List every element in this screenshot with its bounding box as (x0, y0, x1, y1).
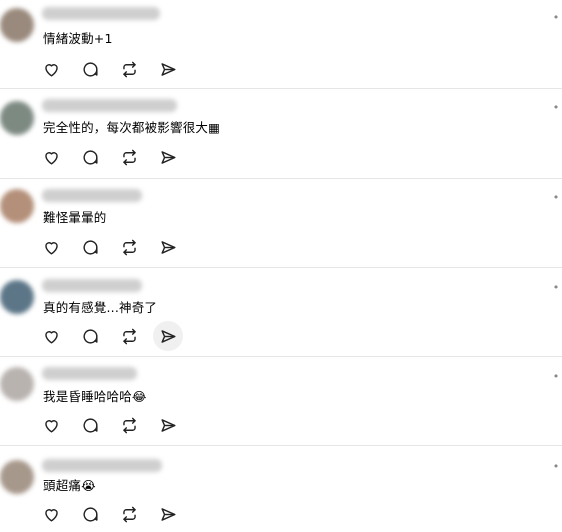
share-icon[interactable] (153, 410, 183, 440)
share-icon[interactable] (153, 232, 183, 262)
heart-icon[interactable] (36, 499, 66, 529)
reply-item: • 頭超痛😭 (0, 446, 562, 532)
username-redacted[interactable] (42, 7, 160, 20)
ellipsis-icon[interactable]: • (552, 12, 560, 23)
heart-icon[interactable] (36, 232, 66, 262)
repost-icon[interactable] (114, 321, 144, 351)
ellipsis-icon[interactable]: • (552, 102, 560, 113)
heart-icon[interactable] (36, 321, 66, 351)
comment-icon[interactable] (75, 499, 105, 529)
action-bar (36, 232, 192, 260)
reply-item: • 我是昏睡哈哈哈😂 (0, 357, 562, 446)
reply-text: 真的有感覺...神奇了 (43, 300, 158, 315)
reply-text: 難怪暈暈的 (43, 210, 107, 225)
ellipsis-icon[interactable]: • (552, 282, 560, 293)
repost-icon[interactable] (114, 142, 144, 172)
reply-item: • 情緒波動+1 (0, 0, 562, 89)
heart-icon[interactable] (36, 142, 66, 172)
share-icon[interactable] (153, 142, 183, 172)
action-bar (36, 499, 192, 527)
username-redacted[interactable] (42, 279, 142, 292)
username-redacted[interactable] (42, 189, 142, 202)
comment-icon[interactable] (75, 54, 105, 84)
comment-icon[interactable] (75, 232, 105, 262)
comment-icon[interactable] (75, 410, 105, 440)
repost-icon[interactable] (114, 499, 144, 529)
share-icon[interactable] (153, 321, 183, 351)
avatar[interactable] (0, 8, 34, 42)
username-redacted[interactable] (42, 459, 162, 472)
avatar[interactable] (0, 280, 34, 314)
repost-icon[interactable] (114, 54, 144, 84)
action-bar (36, 410, 192, 438)
comment-icon[interactable] (75, 142, 105, 172)
username-redacted[interactable] (42, 367, 137, 380)
heart-icon[interactable] (36, 410, 66, 440)
avatar[interactable] (0, 460, 34, 494)
share-icon[interactable] (153, 499, 183, 529)
ellipsis-icon[interactable]: • (552, 371, 560, 382)
reply-text: 我是昏睡哈哈哈😂 (43, 389, 147, 404)
avatar[interactable] (0, 367, 34, 401)
action-bar (36, 54, 192, 82)
reply-text: 頭超痛😭 (43, 478, 96, 493)
repost-icon[interactable] (114, 410, 144, 440)
ellipsis-icon[interactable]: • (552, 461, 560, 472)
replies-feed: • 情緒波動+1 • 完全性的，每次都被影響很大▦ • 難怪暈暈的 • 真的有感… (0, 0, 562, 532)
comment-icon[interactable] (75, 321, 105, 351)
reply-item: • 真的有感覺...神奇了 (0, 268, 562, 357)
share-icon[interactable] (153, 54, 183, 84)
action-bar (36, 142, 192, 170)
reply-item: • 完全性的，每次都被影響很大▦ (0, 89, 562, 179)
avatar[interactable] (0, 101, 34, 135)
action-bar (36, 321, 192, 351)
reply-item: • 難怪暈暈的 (0, 179, 562, 268)
username-redacted[interactable] (42, 99, 177, 112)
reply-text: 完全性的，每次都被影響很大▦ (43, 120, 221, 135)
repost-icon[interactable] (114, 232, 144, 262)
reply-text: 情緒波動+1 (43, 31, 113, 46)
ellipsis-icon[interactable]: • (552, 192, 560, 203)
avatar[interactable] (0, 189, 34, 223)
heart-icon[interactable] (36, 54, 66, 84)
